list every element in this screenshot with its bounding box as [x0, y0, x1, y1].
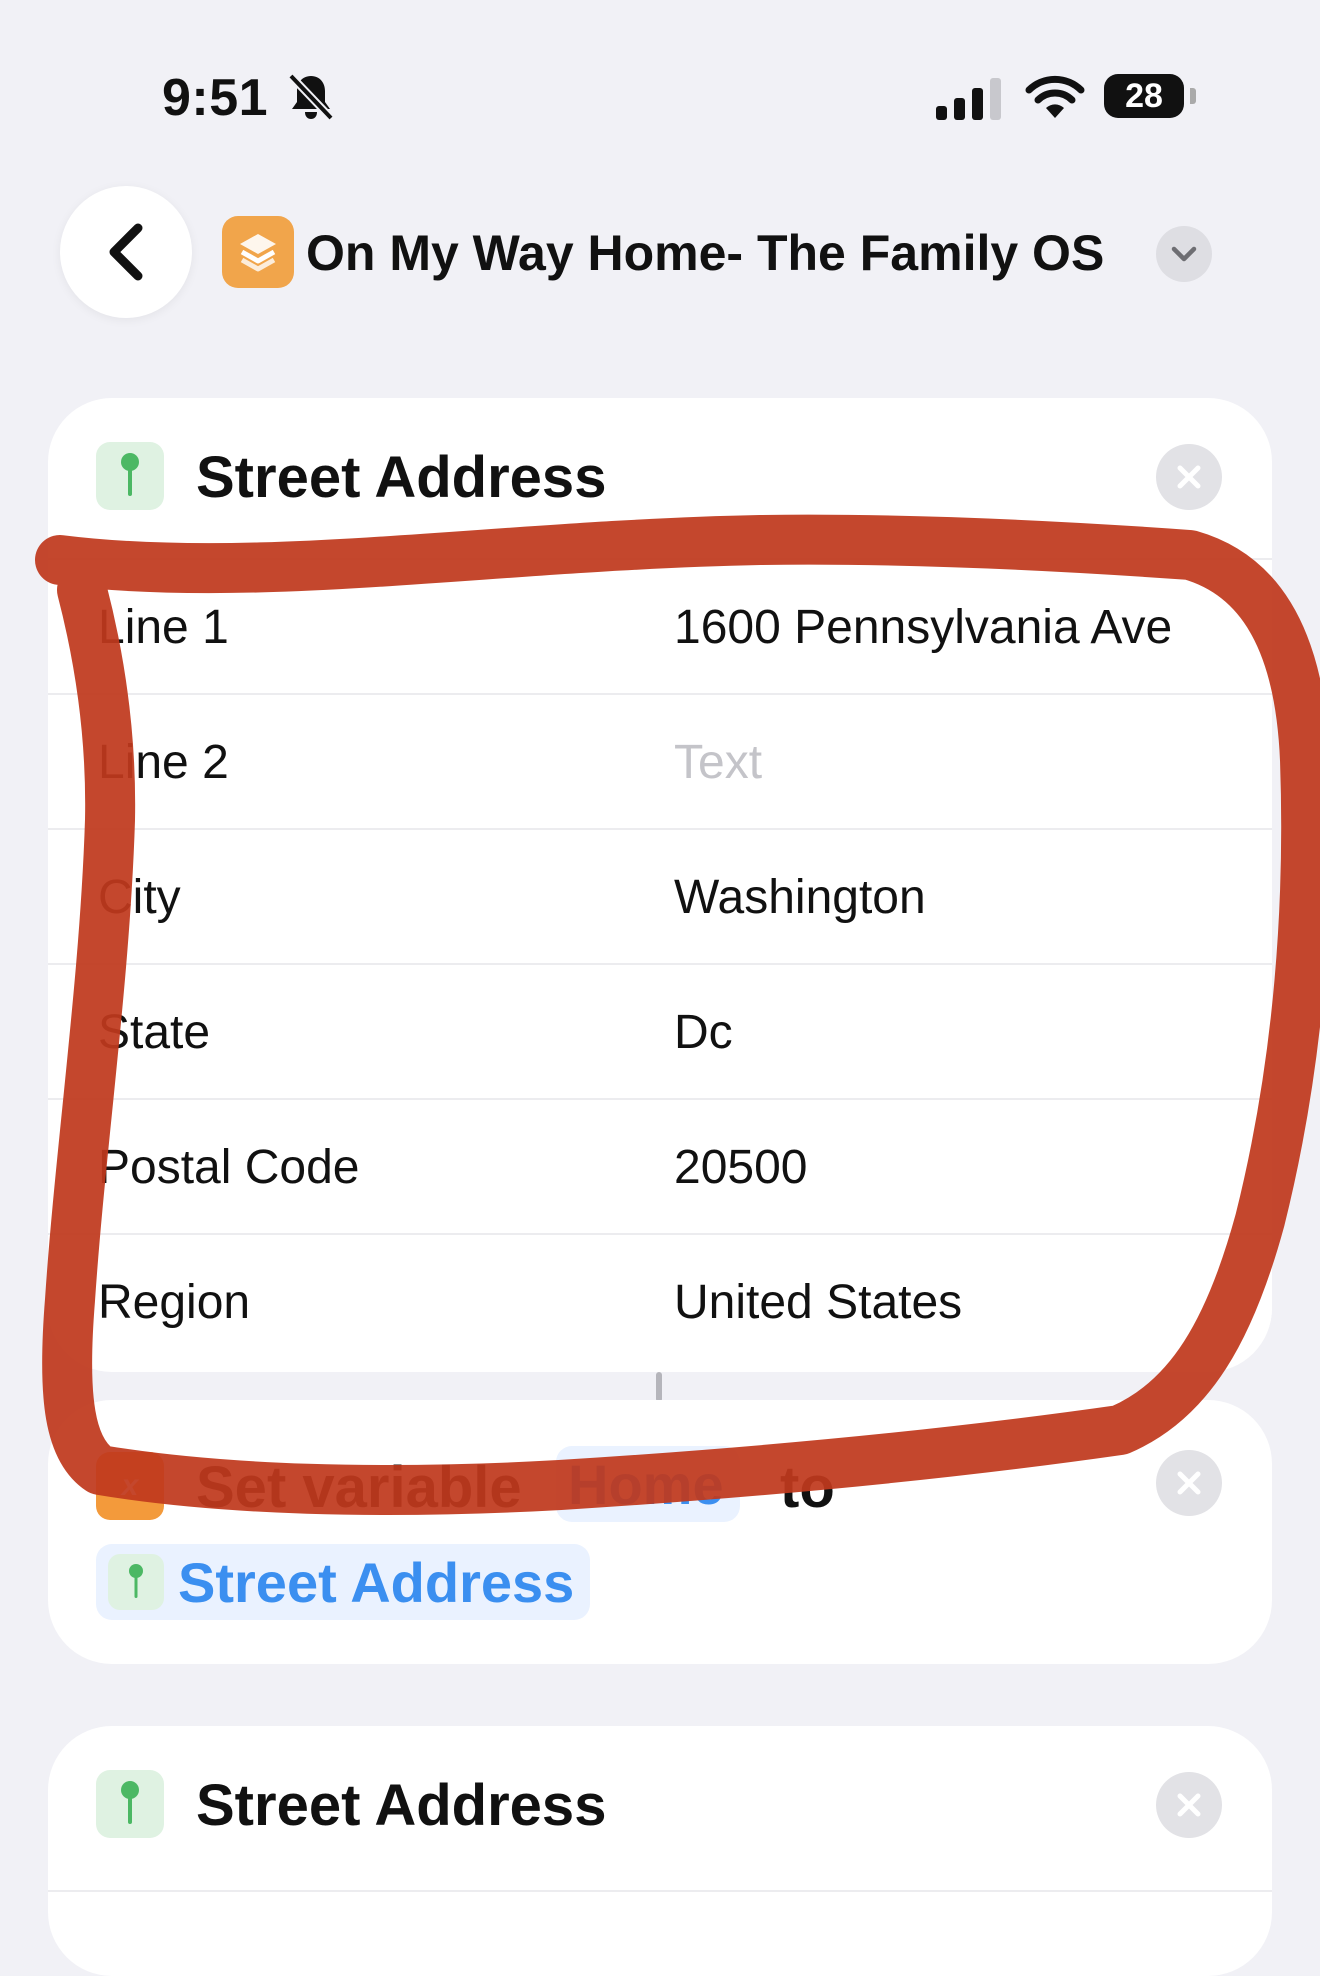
close-icon [1177, 1793, 1201, 1817]
remove-action-button[interactable] [1156, 1450, 1222, 1516]
street-address-variable-token[interactable]: Street Address [96, 1544, 591, 1620]
field-placeholder[interactable]: Text [674, 735, 762, 790]
chevron-down-icon [1171, 246, 1197, 262]
field-label: Line 1 [98, 601, 229, 654]
close-icon [1177, 1471, 1201, 1495]
street-address-action-card-2: Street Address [48, 1726, 1272, 1976]
street-address-action-card: Street Address Line 1 1600 Pennsylvania … [48, 398, 1272, 1372]
status-time: 9:51 [162, 69, 269, 127]
field-value[interactable]: Dc [674, 1005, 733, 1060]
address-fields: Line 1 1600 Pennsylvania Ave Line 2 Text… [48, 558, 1272, 1368]
field-row-line-2[interactable]: Line 2 Text [48, 693, 1272, 828]
battery-cap [1190, 88, 1196, 104]
variable-name-token[interactable]: Home [556, 1446, 740, 1522]
set-variable-action-card: x Set variable Home to Street Address [48, 1400, 1272, 1664]
field-label: Line 2 [98, 736, 229, 789]
field-value[interactable]: United States [674, 1275, 962, 1330]
remove-action-button[interactable] [1156, 444, 1222, 510]
field-value[interactable]: Washington [674, 870, 926, 925]
set-variable-label: Set variable [196, 1455, 522, 1520]
field-label: Region [98, 1276, 251, 1329]
field-row-region[interactable]: Region United States [48, 1233, 1272, 1368]
field-label: Postal Code [98, 1141, 360, 1194]
field-row-line-1[interactable]: Line 1 1600 Pennsylvania Ave [48, 558, 1272, 693]
map-pin-icon [96, 1770, 164, 1838]
token-label: Street Address [178, 1550, 575, 1614]
field-row-postal-code[interactable]: Postal Code 20500 [48, 1098, 1272, 1233]
battery-icon: 28 [1104, 74, 1184, 118]
field-value[interactable]: 1600 Pennsylvania Ave [674, 600, 1172, 655]
field-label: State [98, 1006, 211, 1059]
map-pin-icon [96, 442, 164, 510]
back-button[interactable] [60, 186, 192, 318]
map-pin-icon [108, 1554, 164, 1610]
wifi-icon [1025, 75, 1085, 118]
variable-name: Home [568, 1452, 724, 1516]
to-label: to [780, 1455, 835, 1520]
title-menu-button[interactable] [1156, 226, 1212, 282]
battery-level: 28 [1125, 76, 1163, 115]
field-value[interactable]: 20500 [674, 1140, 807, 1195]
bell-slash-icon [288, 73, 334, 121]
field-label: City [98, 871, 181, 924]
field-row-city[interactable]: City Washington [48, 828, 1272, 963]
field-row-state[interactable]: State Dc [48, 963, 1272, 1098]
remove-action-button[interactable] [1156, 1772, 1222, 1838]
divider [48, 1890, 1272, 1892]
close-icon [1177, 465, 1201, 489]
card-title: Street Address [196, 1773, 607, 1838]
variable-x-icon: x [96, 1452, 164, 1520]
card-header: Street Address [48, 398, 1272, 562]
card-title: Street Address [196, 445, 607, 510]
action-connector [656, 1372, 662, 1402]
shortcut-title[interactable]: On My Way Home- The Family OS [306, 224, 1104, 282]
cellular-signal-icon [936, 78, 1001, 120]
back-chevron-icon [109, 223, 143, 281]
shortcuts-app-icon[interactable] [222, 216, 294, 288]
